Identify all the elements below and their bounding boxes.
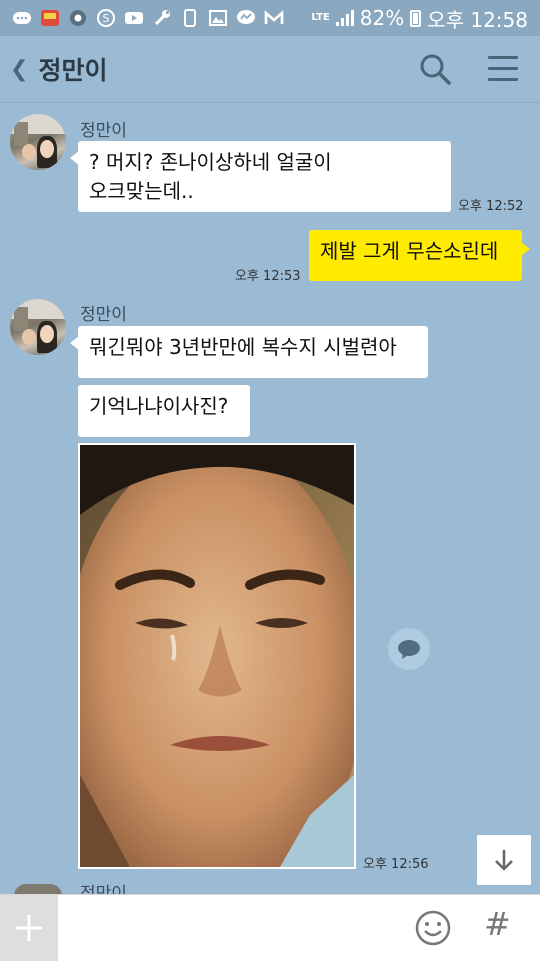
- sender-name: 정만이: [80, 121, 127, 141]
- menu-icon[interactable]: [488, 56, 518, 82]
- scroll-down-button[interactable]: [477, 835, 531, 885]
- messenger-icon: [236, 9, 256, 27]
- hash-button[interactable]: #: [484, 905, 511, 943]
- clock: 오후 12:58: [427, 7, 528, 32]
- message-text-line: ? 머지? 존나이상하네 얼굴이: [89, 150, 332, 174]
- message-time: 오후 12:52: [458, 199, 524, 214]
- message-input-bar[interactable]: #: [0, 894, 540, 961]
- sender-name: 정만이: [80, 884, 127, 894]
- battery-percent: 82%: [359, 6, 405, 30]
- search-icon[interactable]: [418, 52, 452, 86]
- avatar[interactable]: [10, 299, 66, 355]
- network-type: LTE: [311, 12, 330, 23]
- sender-name: 정만이: [80, 305, 127, 325]
- record-icon: [68, 9, 88, 27]
- share-button[interactable]: [388, 628, 430, 670]
- s-icon: S: [96, 9, 116, 27]
- message-text: 기억나냐이사진?: [89, 394, 229, 418]
- my-message-bubble[interactable]: 제발 그게 무슨소린데: [309, 230, 530, 281]
- message-text: 제발 그게 무슨소린데: [320, 239, 499, 263]
- phone-outline-icon: [180, 9, 200, 27]
- app-icon: [40, 9, 60, 27]
- message-text: 뭐긴뭐야 3년반만에 복수지 시벌련아: [89, 335, 397, 359]
- message-time: 오후 12:53: [235, 269, 301, 284]
- emoji-icon[interactable]: [414, 909, 452, 947]
- youtube-icon: [124, 9, 144, 27]
- status-indicators: LTE 82% 오후 12:58: [311, 0, 528, 36]
- signal-icon: [335, 10, 354, 26]
- plus-icon[interactable]: [0, 895, 58, 961]
- avatar[interactable]: [10, 114, 66, 170]
- message-text-line: 오크맞는데..: [89, 179, 194, 203]
- message-bubble[interactable]: 기억나냐이사진?: [78, 385, 250, 437]
- chat-icon: [12, 9, 32, 27]
- message-bubble[interactable]: ? 머지? 존나이상하네 얼굴이 오크맞는데..: [70, 141, 451, 212]
- gallery-icon: [208, 9, 228, 27]
- chevron-left-icon[interactable]: ❮: [10, 57, 28, 82]
- message-bubble[interactable]: 뭐긴뭐야 3년반만에 복수지 시벌련아: [70, 326, 428, 378]
- crying-man-photo[interactable]: [78, 443, 356, 869]
- message-time: 오후 12:56: [363, 857, 429, 872]
- status-bar: S LTE 82% 오후 12:58: [0, 0, 540, 36]
- gmail-icon: [264, 9, 284, 27]
- chat-header: ❮ 정만이: [0, 36, 540, 103]
- chat-title: 정만이: [38, 56, 108, 85]
- svg-text:S: S: [103, 12, 110, 25]
- wrench-icon: [152, 9, 172, 27]
- battery-icon: [410, 9, 422, 27]
- notification-icons: S: [0, 9, 284, 27]
